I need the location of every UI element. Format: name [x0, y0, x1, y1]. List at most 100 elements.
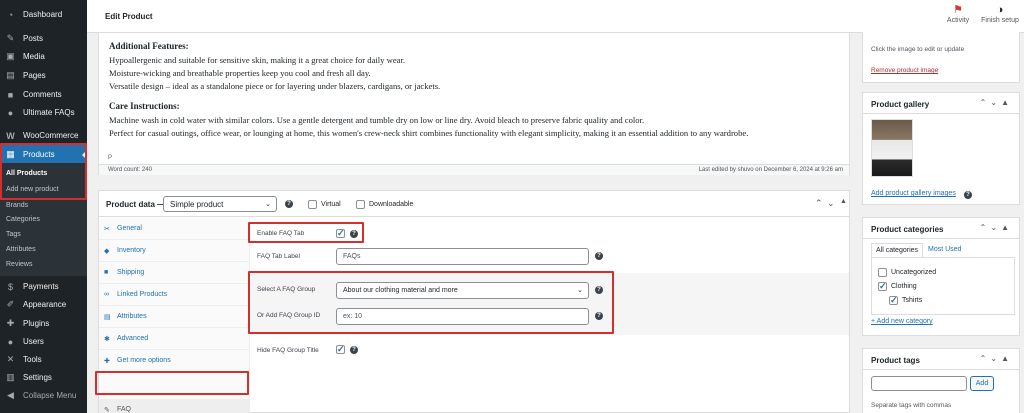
link-icon: ∞	[104, 291, 109, 298]
virtual-checkbox[interactable]	[308, 200, 317, 209]
menu-plugins[interactable]: ✚ Plugins	[0, 314, 87, 333]
tab-shipping[interactable]: ■ Shipping	[99, 262, 250, 284]
highlight-faq-group	[248, 271, 614, 334]
tab-faq[interactable]: ✎ FAQ	[99, 399, 250, 413]
chevron-down-icon: ⌄	[265, 201, 271, 208]
category-label: Clothing	[891, 283, 917, 290]
help-icon: ?	[350, 346, 358, 354]
menu-ultimate-faqs[interactable]: ● Ultimate FAQs	[0, 103, 87, 122]
gear-icon: ✱	[104, 335, 110, 343]
hide-faq-group-title-label: Hide FAQ Group Title	[257, 347, 319, 354]
submenu-brands[interactable]: Brands	[6, 202, 28, 209]
pin-icon: ✎	[6, 33, 15, 43]
highlight-faq-tab	[95, 371, 249, 395]
menu-settings[interactable]: ▥ Settings	[0, 368, 87, 387]
menu-tools[interactable]: ✕ Tools	[0, 350, 87, 369]
truck-icon: ■	[104, 269, 109, 276]
tab-all-categories[interactable]: All categories	[871, 243, 924, 257]
editor-content[interactable]: Additional Features: Hypoallergenic and …	[109, 40, 845, 140]
product-categories-box: Product categories ⌃⌄▲ All categories Mo…	[862, 217, 1020, 336]
finish-setup-button[interactable]: ◑ Finish setup	[979, 4, 1021, 24]
add-new-category-link[interactable]: + Add new category	[871, 318, 933, 325]
editor-line: Versatile design – ideal as a standalone…	[109, 81, 441, 91]
tags-hint: Separate tags with commas	[871, 402, 952, 409]
plugin-icon: ✚	[6, 318, 15, 328]
editor-line: Hypoallergenic and suitable for sensitiv…	[109, 55, 405, 65]
plugin-icon: ✚	[104, 357, 110, 365]
hide-faq-group-title-checkbox[interactable]	[336, 344, 345, 355]
toggle-panel-icon[interactable]: ▲	[840, 198, 847, 205]
help-icon: ?	[595, 252, 603, 260]
care-instructions-heading: Care Instructions:	[109, 101, 180, 111]
content-editor[interactable]: Additional Features: Hypoallergenic and …	[98, 32, 850, 175]
submenu-tags[interactable]: Tags	[6, 231, 21, 238]
tab-inventory[interactable]: ◆ Inventory	[99, 240, 250, 262]
gallery-thumbnail[interactable]	[871, 119, 913, 177]
payments-icon: $	[7, 281, 13, 292]
brush-icon: ✐	[6, 299, 15, 309]
last-edited: Last edited by shuvo on December 6, 2024…	[698, 167, 843, 173]
product-gallery-box: Product gallery ⌃⌄▲ Add product gallery …	[862, 92, 1020, 205]
additional-features-heading: Additional Features:	[109, 41, 189, 51]
submenu-attributes[interactable]: Attributes	[6, 246, 36, 253]
woo-icon: W	[6, 130, 15, 141]
tags-input[interactable]	[871, 376, 967, 391]
box-controls-icon[interactable]: ⌃⌄▲	[980, 98, 1013, 107]
image-hint: Click the image to edit or update	[871, 46, 965, 53]
category-uncategorized-checkbox[interactable]	[878, 268, 887, 277]
categories-tabs: All categories Most Used Uncategorized C…	[871, 243, 1015, 317]
faq-tab-label-input[interactable]: FAQs	[336, 248, 589, 265]
move-up-icon[interactable]: ⌃	[815, 198, 823, 209]
tab-most-used[interactable]: Most Used	[924, 243, 965, 257]
product-data-title: Product data —	[106, 200, 166, 209]
faq-tab-label-label: FAQ Tab Label	[257, 253, 300, 260]
half-circle-icon: ◑	[996, 4, 1004, 16]
menu-users[interactable]: ● Users	[0, 332, 87, 351]
activity-button[interactable]: ⚑ Activity	[940, 4, 976, 24]
category-tshirts-checkbox[interactable]	[889, 295, 898, 306]
tab-general[interactable]: ✂ General	[99, 218, 250, 240]
box-controls-icon[interactable]: ⌃⌄▲	[980, 223, 1013, 232]
menu-posts[interactable]: ✎ Posts	[0, 29, 87, 48]
tab-advanced[interactable]: ✱ Advanced	[99, 328, 250, 350]
menu-comments[interactable]: ■ Comments	[0, 85, 87, 104]
admin-sidebar: ◔ Dashboard ✎ Posts ▣ Media ▤ Pages ■ Comment…	[0, 0, 87, 413]
product-tags-box: Product tags ⌃⌄▲ Add Separate tags with …	[862, 348, 1020, 413]
box-controls-icon[interactable]: ⌃⌄▲	[980, 354, 1013, 363]
remove-product-image-link[interactable]: Remove product image	[871, 67, 938, 74]
submenu-reviews[interactable]: Reviews	[6, 261, 32, 268]
collapse-menu-button[interactable]: ◀ Collapse Menu	[0, 386, 87, 405]
menu-dashboard[interactable]: ◔ Dashboard	[0, 5, 87, 24]
tags-header: Product tags ⌃⌄▲	[863, 349, 1019, 370]
downloadable-checkbox[interactable]	[356, 200, 365, 209]
tags-title: Product tags	[871, 356, 920, 365]
submenu-categories[interactable]: Categories	[6, 216, 40, 223]
wrench-icon: ✂	[104, 225, 110, 233]
menu-payments[interactable]: $ Payments	[0, 277, 87, 296]
editor-line: Perfect for casual outings, office wear,…	[109, 128, 749, 138]
gallery-title: Product gallery	[871, 100, 930, 109]
comment-icon: ■	[7, 89, 14, 100]
help-icon: ●	[7, 107, 14, 118]
categories-header: Product categories ⌃⌄▲	[863, 218, 1019, 239]
add-gallery-images-link[interactable]: Add product gallery images	[871, 190, 956, 197]
editor-line: Machine wash in cold water with similar …	[109, 115, 645, 125]
page-title: Edit Product	[105, 12, 153, 21]
product-type-select[interactable]: Simple product ⌄	[163, 196, 277, 212]
move-down-icon[interactable]: ⌄	[827, 198, 835, 209]
downloadable-label: Downloadable	[369, 201, 414, 208]
pages-icon: ▤	[6, 70, 15, 80]
tab-get-more-options[interactable]: ✚ Get more options	[99, 350, 250, 372]
category-label: Tshirts	[902, 297, 923, 304]
tab-linked-products[interactable]: ∞ Linked Products	[99, 284, 250, 306]
pin-icon: ✎	[104, 406, 110, 413]
tab-attributes[interactable]: ▤ Attributes	[99, 306, 250, 328]
menu-pages[interactable]: ▤ Pages	[0, 66, 87, 85]
wrench-icon: ✕	[6, 354, 15, 364]
category-clothing-checkbox[interactable]	[878, 281, 887, 292]
categories-title: Product categories	[871, 225, 944, 234]
menu-appearance[interactable]: ✐ Appearance	[0, 295, 87, 314]
editor-line: Moisture-wicking and breathable properti…	[109, 68, 371, 78]
add-tag-button[interactable]: Add	[970, 376, 994, 391]
menu-media[interactable]: ▣ Media	[0, 47, 87, 66]
